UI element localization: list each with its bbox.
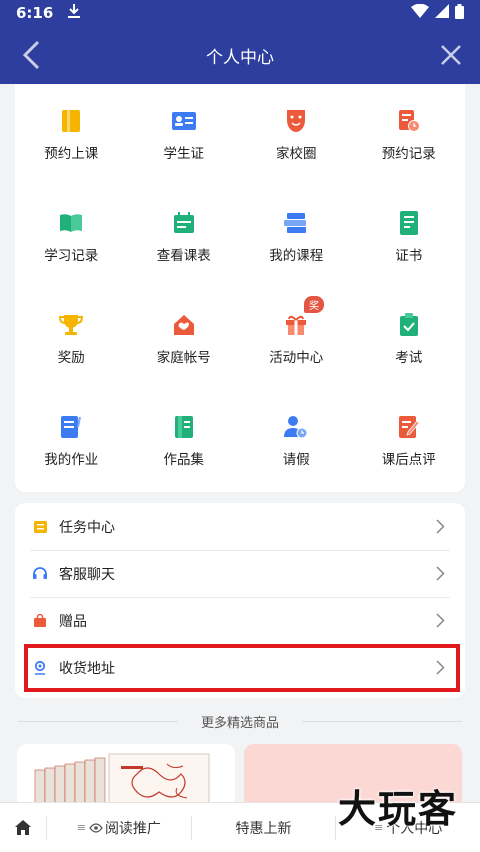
grid-item-my-courses[interactable]: 我的课程 xyxy=(240,186,353,288)
tab-label: 阅读推广 xyxy=(104,820,161,837)
grid-item-study-records[interactable]: 学习记录 xyxy=(15,186,128,288)
menu-icon: ≡ xyxy=(76,821,86,834)
books-stack-icon xyxy=(283,210,309,236)
grid-item-timetable[interactable]: 查看课表 xyxy=(128,186,241,288)
grid-label: 预约记录 xyxy=(381,146,436,162)
product-card[interactable] xyxy=(17,744,235,810)
back-button[interactable] xyxy=(14,38,48,72)
clipboard-check-icon xyxy=(396,312,422,338)
grid-label: 预约上课 xyxy=(44,146,99,162)
status-bar: 6:16 xyxy=(0,0,480,26)
list-label: 任务中心 xyxy=(59,519,115,536)
grid-label: 家庭帐号 xyxy=(156,350,211,366)
section-title: 更多精选商品 xyxy=(192,711,287,731)
nav-bar: 个人中心 xyxy=(0,26,480,84)
grid-label: 请假 xyxy=(282,452,310,468)
gift-icon xyxy=(283,312,309,338)
chevron-left-icon xyxy=(22,40,40,70)
task-icon xyxy=(33,520,47,534)
list-item-customer-chat[interactable]: 客服聊天 xyxy=(15,550,465,597)
grid-item-certificate[interactable]: 证书 xyxy=(353,186,466,288)
download-icon xyxy=(67,3,81,23)
grid-label: 考试 xyxy=(395,350,423,366)
divider xyxy=(302,721,462,722)
highlight-box xyxy=(24,644,460,692)
book-icon xyxy=(58,108,84,134)
feature-grid: 预约上课 学生证 家校圈 预约记录 学习记录 查看课表 我的课程 证书 奖励 家… xyxy=(15,84,465,492)
grid-label: 我的作业 xyxy=(44,452,99,468)
grid-item-student-card[interactable]: 学生证 xyxy=(128,84,241,186)
grid-item-activity-center[interactable]: 奖 活动中心 xyxy=(240,288,353,390)
chevron-right-icon xyxy=(436,519,445,534)
tab-reading-promo[interactable]: ≡ 阅读推广 xyxy=(47,803,191,852)
grid-label: 证书 xyxy=(395,248,423,264)
tab-label: 特惠上新 xyxy=(235,820,292,837)
home-icon xyxy=(15,820,31,835)
grid-item-booking-records[interactable]: 预约记录 xyxy=(353,84,466,186)
grid-label: 活动中心 xyxy=(269,350,324,366)
tab-home[interactable] xyxy=(0,803,46,852)
grid-label: 我的课程 xyxy=(269,248,324,264)
grid-item-booking[interactable]: 预约上课 xyxy=(15,84,128,186)
section-header: 更多精选商品 xyxy=(0,706,480,736)
chevron-right-icon xyxy=(436,613,445,628)
wifi-icon xyxy=(411,3,429,22)
edit-doc-icon xyxy=(396,414,422,440)
eye-icon xyxy=(89,822,103,833)
grid-label: 学习记录 xyxy=(44,248,99,264)
portfolio-icon xyxy=(171,414,197,440)
trophy-icon xyxy=(58,312,84,338)
clock-doc-icon xyxy=(396,108,422,134)
grid-label: 查看课表 xyxy=(156,248,211,264)
homework-icon xyxy=(58,414,84,440)
product-image xyxy=(17,744,235,810)
tab-specials[interactable]: 特惠上新 xyxy=(192,803,336,852)
grid-item-after-class-review[interactable]: 课后点评 xyxy=(353,390,466,492)
house-icon xyxy=(171,312,197,338)
certificate-icon xyxy=(396,210,422,236)
headset-icon xyxy=(33,567,47,581)
list-label: 客服聊天 xyxy=(59,566,115,583)
reward-badge: 奖 xyxy=(304,296,324,313)
grid-label: 家校圈 xyxy=(276,146,317,162)
open-book-icon xyxy=(58,210,84,236)
divider xyxy=(18,721,178,722)
close-icon xyxy=(441,45,461,65)
grid-label: 作品集 xyxy=(163,452,205,468)
close-button[interactable] xyxy=(434,38,468,72)
person-clock-icon xyxy=(283,414,309,440)
chevron-right-icon xyxy=(436,566,445,581)
bag-icon xyxy=(33,614,47,628)
id-card-icon xyxy=(171,108,197,134)
calendar-icon xyxy=(171,210,197,236)
status-time: 6:16 xyxy=(16,4,54,22)
signal-icon xyxy=(435,4,449,22)
page-title: 个人中心 xyxy=(206,47,274,68)
list-item-task-center[interactable]: 任务中心 xyxy=(15,503,465,550)
watermark: 大玩客 xyxy=(337,786,458,831)
grid-item-portfolio[interactable]: 作品集 xyxy=(128,390,241,492)
grid-item-exam[interactable]: 考试 xyxy=(353,288,466,390)
grid-label: 学生证 xyxy=(163,146,205,162)
grid-label: 课后点评 xyxy=(381,452,436,468)
list-label: 赠品 xyxy=(59,613,87,630)
grid-item-family-account[interactable]: 家庭帐号 xyxy=(128,288,241,390)
grid-label: 奖励 xyxy=(57,350,85,366)
mask-icon xyxy=(283,108,309,134)
grid-item-homework[interactable]: 我的作业 xyxy=(15,390,128,492)
battery-icon xyxy=(455,3,464,23)
grid-item-leave[interactable]: 请假 xyxy=(240,390,353,492)
grid-item-family-school[interactable]: 家校圈 xyxy=(240,84,353,186)
list-item-gifts[interactable]: 赠品 xyxy=(15,597,465,644)
grid-item-rewards[interactable]: 奖励 xyxy=(15,288,128,390)
